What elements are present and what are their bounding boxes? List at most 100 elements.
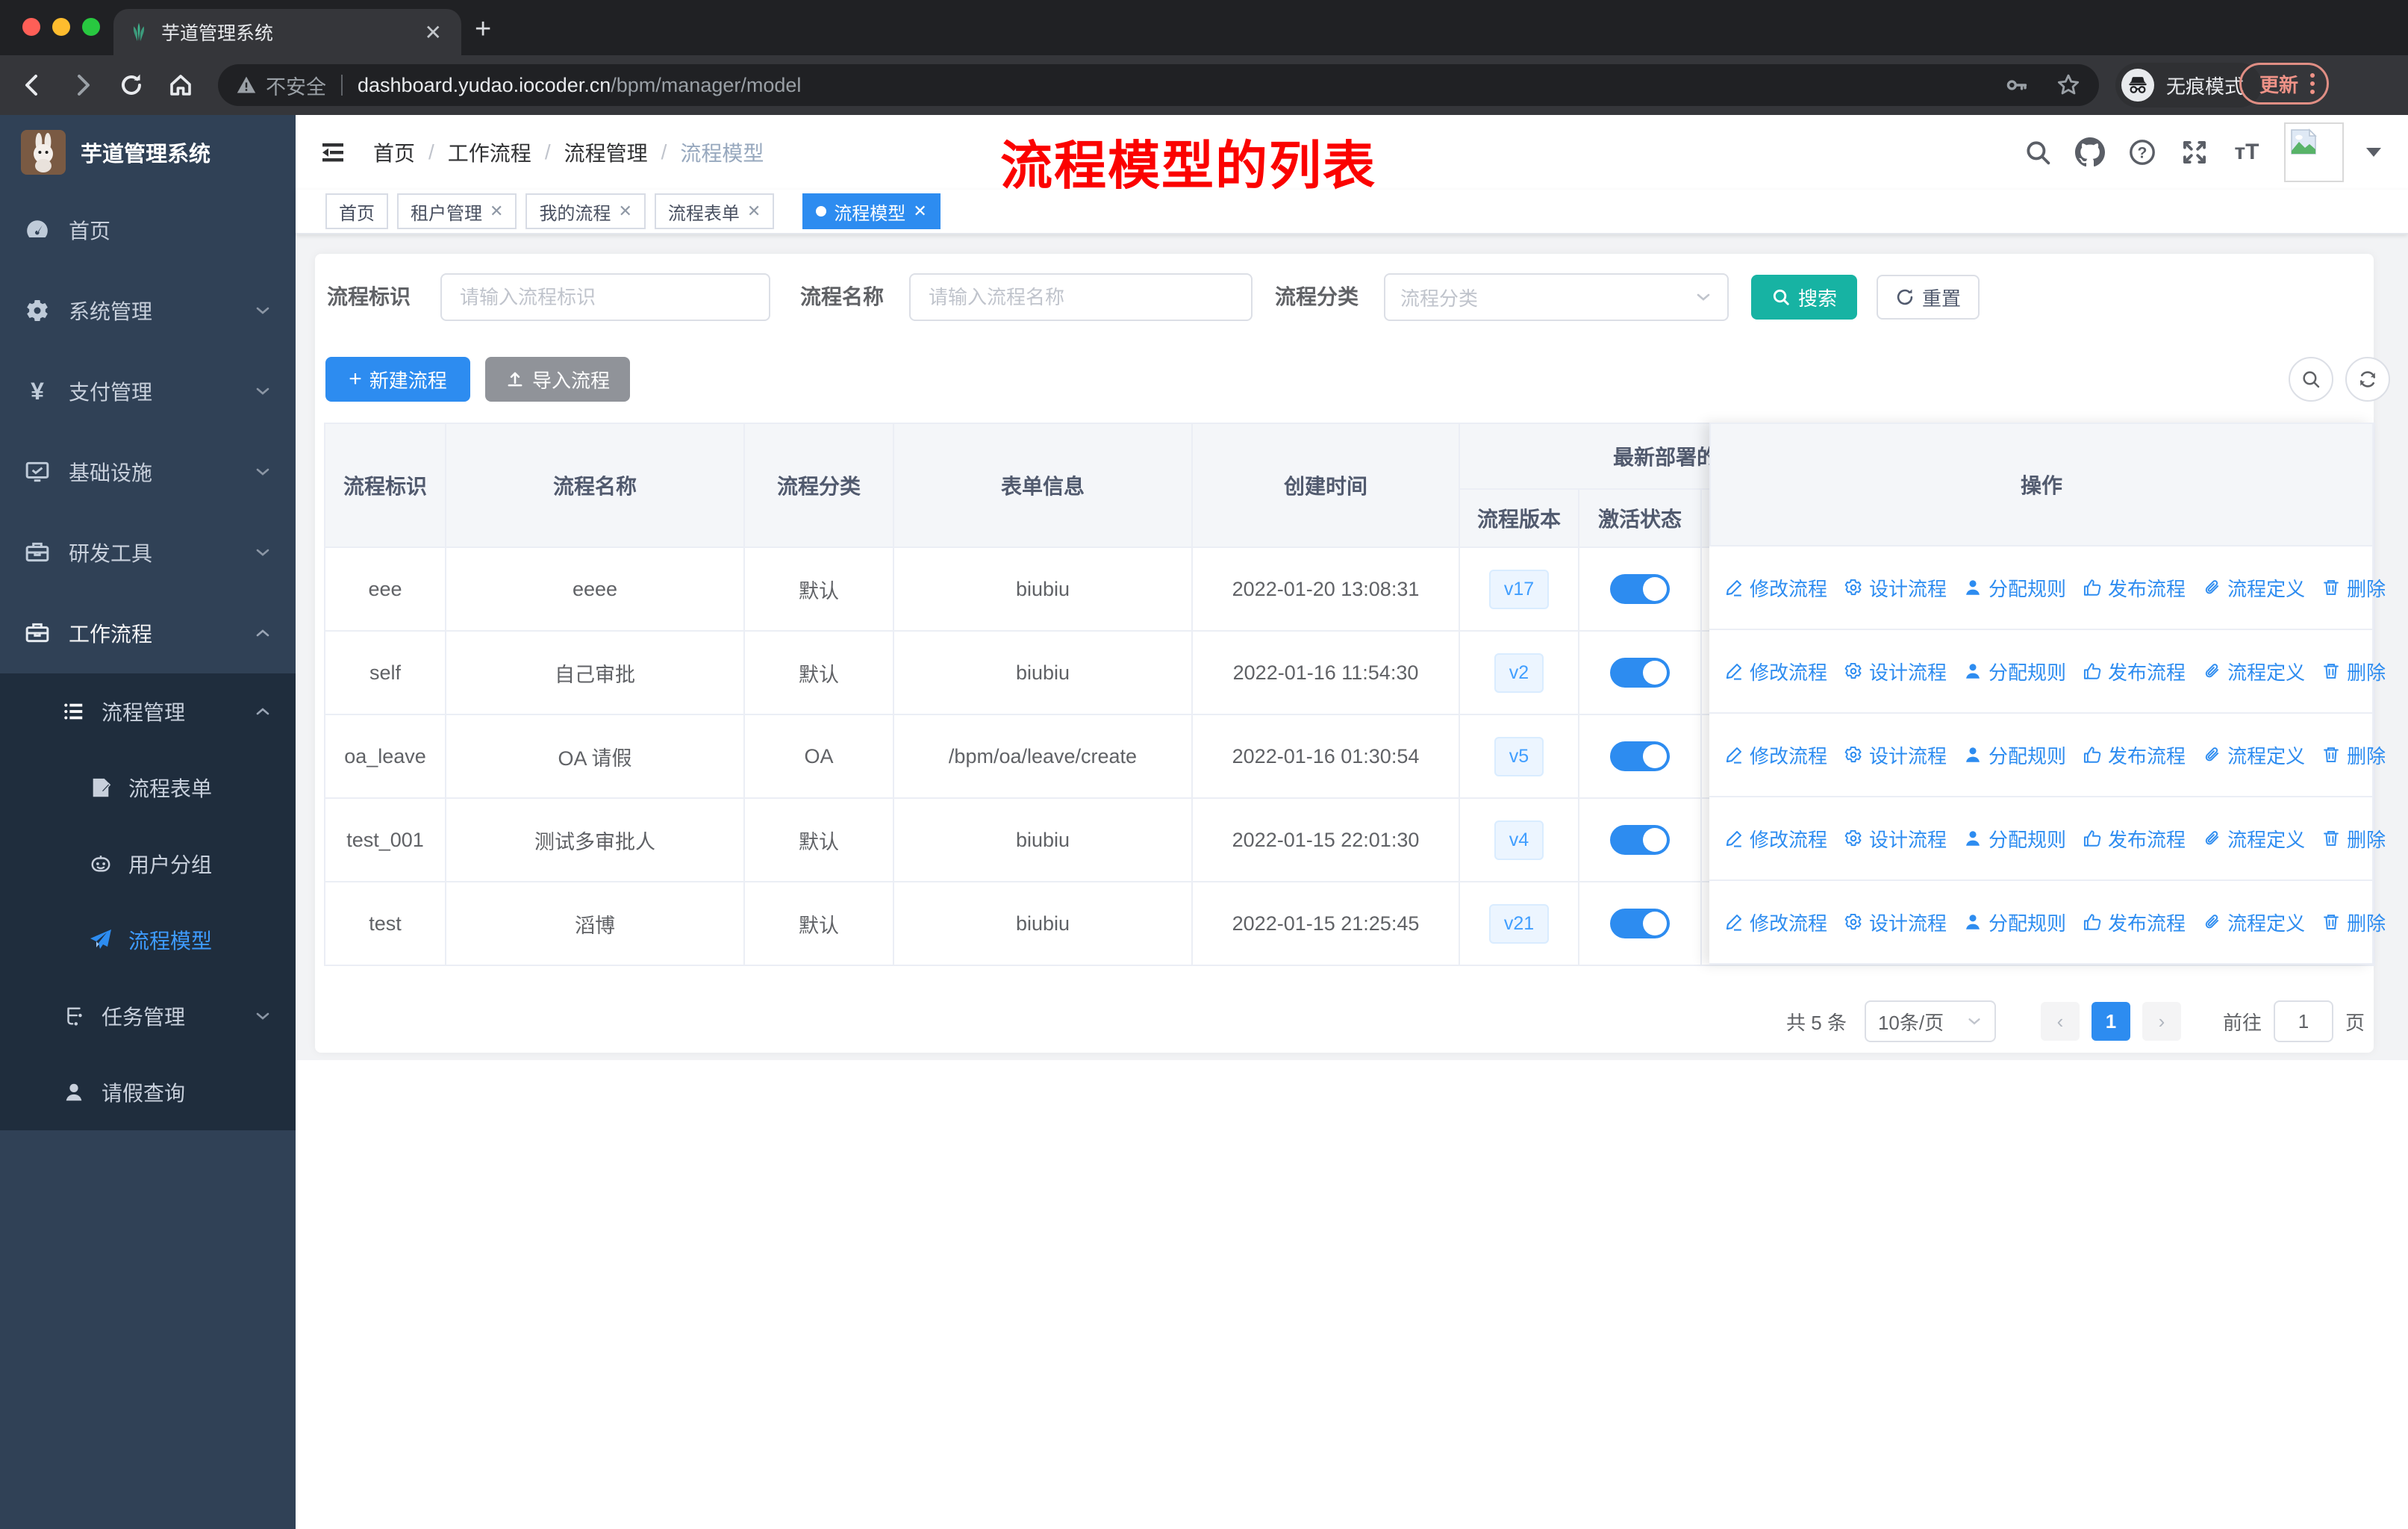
breadcrumb-home[interactable]: 首页: [373, 137, 415, 167]
search-button[interactable]: 搜索: [1751, 275, 1857, 320]
edit-process-action[interactable]: 修改流程: [1724, 909, 1827, 936]
browser-tab[interactable]: 芋道管理系统 ✕: [113, 9, 461, 55]
url-bar[interactable]: 不安全 dashboard.yudao.iocoder.cn/bpm/manag…: [218, 64, 2099, 106]
new-tab-button[interactable]: +: [475, 13, 491, 46]
home-icon[interactable]: [166, 70, 196, 100]
delete-action[interactable]: 删除: [2321, 574, 2386, 602]
sidebar-item-task-mgmt[interactable]: 任务管理: [0, 978, 296, 1054]
tag-close-icon[interactable]: ✕: [913, 202, 926, 221]
version-badge[interactable]: v5: [1494, 736, 1544, 776]
active-status-toggle[interactable]: [1610, 825, 1670, 855]
assign-rule-action[interactable]: 分配规则: [1963, 825, 2066, 853]
back-icon[interactable]: [18, 70, 48, 100]
tab-close-icon[interactable]: ✕: [420, 20, 446, 45]
browser-update-button[interactable]: 更新: [2239, 63, 2330, 105]
design-process-action[interactable]: 设计流程: [1844, 574, 1947, 602]
goto-page-input[interactable]: [2273, 1000, 2333, 1042]
filter-key-input[interactable]: [440, 273, 770, 321]
tag-close-icon[interactable]: ✕: [747, 202, 761, 221]
cell-process-name-link[interactable]: OA 请假: [445, 714, 745, 799]
import-process-button[interactable]: 导入流程: [485, 357, 630, 402]
cell-process-name-link[interactable]: 自己审批: [445, 630, 745, 715]
fullscreen-icon[interactable]: [2180, 137, 2209, 167]
version-badge[interactable]: v21: [1488, 903, 1550, 944]
publish-process-action[interactable]: 发布流程: [2083, 909, 2186, 936]
sidebar-item-workflow[interactable]: 工作流程: [0, 593, 296, 673]
cell-form-link[interactable]: biubiu: [893, 797, 1193, 882]
tag-close-icon[interactable]: ✕: [490, 202, 503, 221]
current-page-button[interactable]: 1: [2091, 1002, 2130, 1041]
cell-form-link[interactable]: biubiu: [893, 881, 1193, 966]
edit-process-action[interactable]: 修改流程: [1724, 658, 1827, 685]
tag-my-process[interactable]: 我的流程 ✕: [525, 193, 646, 229]
cell-form-link[interactable]: biubiu: [893, 546, 1193, 632]
collapse-sidebar-icon[interactable]: [316, 136, 349, 169]
edit-process-action[interactable]: 修改流程: [1724, 574, 1827, 602]
key-icon[interactable]: [2003, 72, 2029, 98]
design-process-action[interactable]: 设计流程: [1844, 825, 1947, 853]
cell-process-name-link[interactable]: eeee: [445, 546, 745, 632]
process-definition-action[interactable]: 流程定义: [2202, 574, 2305, 602]
cell-process-name-link[interactable]: 测试多审批人: [445, 797, 745, 882]
breadcrumb-workflow[interactable]: 工作流程: [448, 137, 531, 167]
process-definition-action[interactable]: 流程定义: [2202, 909, 2305, 936]
close-window-button[interactable]: [22, 18, 40, 36]
active-status-toggle[interactable]: [1610, 658, 1670, 688]
publish-process-action[interactable]: 发布流程: [2083, 825, 2186, 853]
edit-process-action[interactable]: 修改流程: [1724, 741, 1827, 769]
design-process-action[interactable]: 设计流程: [1844, 909, 1947, 936]
publish-process-action[interactable]: 发布流程: [2083, 741, 2186, 769]
avatar-caret-down-icon[interactable]: [2366, 148, 2381, 157]
next-page-button[interactable]: ›: [2142, 1002, 2181, 1041]
browser-menu-icon[interactable]: [2310, 73, 2315, 94]
sidebar-item-home[interactable]: 首页: [0, 190, 296, 270]
sidebar-item-devtools[interactable]: 研发工具: [0, 512, 296, 593]
active-status-toggle[interactable]: [1610, 741, 1670, 771]
active-status-toggle[interactable]: [1610, 574, 1670, 604]
delete-action[interactable]: 删除: [2321, 658, 2386, 685]
tag-home[interactable]: 首页: [325, 193, 388, 229]
sidebar-item-user-group[interactable]: 用户分组: [0, 826, 296, 902]
github-icon[interactable]: [2075, 137, 2105, 167]
show-search-toggle-button[interactable]: [2289, 357, 2333, 402]
refresh-table-button[interactable]: [2345, 357, 2390, 402]
sidebar-item-process-mgmt[interactable]: 流程管理: [0, 673, 296, 750]
sidebar-item-leave-query[interactable]: 请假查询: [0, 1054, 296, 1130]
assign-rule-action[interactable]: 分配规则: [1963, 658, 2066, 685]
minimize-window-button[interactable]: [52, 18, 70, 36]
prev-page-button[interactable]: ‹: [2040, 1002, 2080, 1041]
delete-action[interactable]: 删除: [2321, 909, 2386, 936]
filter-category-select[interactable]: 流程分类: [1384, 273, 1729, 321]
cell-form-link[interactable]: /bpm/oa/leave/create: [893, 714, 1193, 799]
font-size-icon[interactable]: ᴛT: [2232, 137, 2262, 167]
design-process-action[interactable]: 设计流程: [1844, 658, 1947, 685]
help-icon[interactable]: ?: [2127, 137, 2157, 167]
sidebar-logo[interactable]: 芋道管理系统: [0, 115, 296, 190]
sidebar-item-process-form[interactable]: 流程表单: [0, 750, 296, 826]
bookmark-star-icon[interactable]: [2056, 72, 2081, 98]
sidebar-item-process-model[interactable]: 流程模型: [0, 902, 296, 978]
tag-process-model[interactable]: 流程模型 ✕: [802, 193, 941, 229]
version-badge[interactable]: v17: [1488, 569, 1550, 609]
tag-close-icon[interactable]: ✕: [618, 202, 631, 221]
assign-rule-action[interactable]: 分配规则: [1963, 741, 2066, 769]
process-definition-action[interactable]: 流程定义: [2202, 825, 2305, 853]
user-avatar[interactable]: [2284, 122, 2344, 182]
active-status-toggle[interactable]: [1610, 909, 1670, 938]
cell-process-name-link[interactable]: 滔博: [445, 881, 745, 966]
search-icon[interactable]: [2023, 137, 2053, 167]
version-badge[interactable]: v4: [1494, 820, 1544, 860]
edit-process-action[interactable]: 修改流程: [1724, 825, 1827, 853]
tag-tenant[interactable]: 租户管理 ✕: [397, 193, 517, 229]
zoom-window-button[interactable]: [82, 18, 100, 36]
delete-action[interactable]: 删除: [2321, 825, 2386, 853]
sidebar-item-system[interactable]: 系统管理: [0, 270, 296, 351]
design-process-action[interactable]: 设计流程: [1844, 741, 1947, 769]
tag-process-form[interactable]: 流程表单 ✕: [654, 193, 775, 229]
process-definition-action[interactable]: 流程定义: [2202, 741, 2305, 769]
create-process-button[interactable]: + 新建流程: [325, 357, 470, 402]
breadcrumb-process-mgmt[interactable]: 流程管理: [564, 137, 648, 167]
process-definition-action[interactable]: 流程定义: [2202, 658, 2305, 685]
assign-rule-action[interactable]: 分配规则: [1963, 909, 2066, 936]
sidebar-item-payment[interactable]: ¥ 支付管理: [0, 351, 296, 432]
